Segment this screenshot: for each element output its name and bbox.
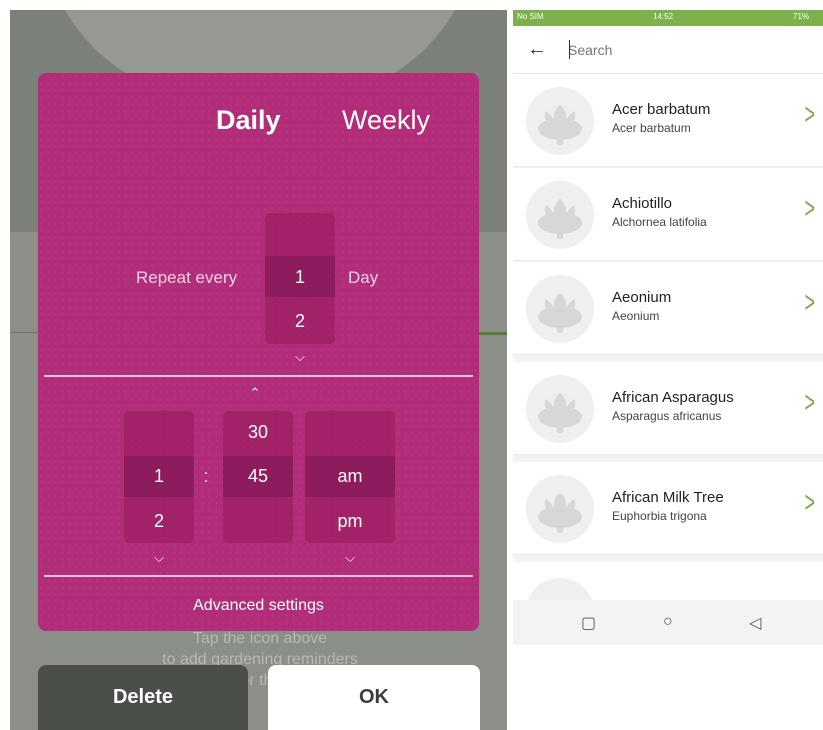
delete-button[interactable]: Delete — [38, 665, 248, 730]
square-icon[interactable]: ▢ — [581, 613, 596, 633]
status-carrier: No SIM — [517, 12, 544, 21]
chevron-right-icon[interactable]: > — [805, 286, 816, 320]
circle-icon[interactable]: ○ — [663, 613, 673, 631]
list-item[interactable]: African Milk Tree Euphorbia trigona > — [513, 462, 823, 555]
advanced-settings-link[interactable]: Advanced settings — [38, 597, 479, 615]
tab-daily[interactable]: Daily — [216, 105, 281, 136]
reminder-screen: Tap the icon above to add gardening remi… — [10, 10, 507, 730]
chevron-right-icon[interactable]: > — [805, 386, 816, 420]
triangle-back-icon[interactable]: ◁ — [749, 613, 761, 633]
arrow-left-icon[interactable]: ← — [527, 38, 547, 61]
repeat-every-label: Repeat every — [136, 268, 238, 287]
repeat-value-selected[interactable]: 1 — [265, 267, 335, 288]
chevron-right-icon[interactable]: > — [805, 192, 816, 226]
status-time: 14:52 — [653, 12, 674, 21]
minute-value-selected[interactable]: 45 — [223, 466, 293, 487]
chevron-right-icon[interactable]: > — [805, 486, 816, 520]
plant-placeholder-icon — [526, 87, 594, 155]
plant-name: Aeonium — [612, 289, 672, 306]
plant-placeholder-icon — [526, 375, 594, 443]
composite-screenshot: Tap the icon above to add gardening remi… — [0, 0, 823, 730]
plant-scientific-name: Aeonium — [612, 309, 660, 323]
plant-scientific-name: Euphorbia trigona — [612, 509, 707, 523]
search-bar: ← — [513, 26, 823, 74]
text-cursor — [569, 40, 570, 59]
ampm-value-next[interactable]: pm — [305, 511, 395, 532]
plant-scientific-name: Alchornea latifolia — [612, 215, 707, 229]
plant-scientific-name: Acer barbatum — [612, 121, 691, 135]
repeat-unit-label: Day — [348, 268, 379, 287]
status-bar: No SIM 14:52 71% — [513, 10, 823, 26]
status-battery: 71% — [793, 12, 810, 21]
hour-value-next[interactable]: 2 — [124, 511, 194, 532]
plant-placeholder-icon — [526, 475, 594, 543]
plant-placeholder-icon — [526, 181, 594, 249]
list-item[interactable]: African Asparagus Asparagus africanus > — [513, 362, 823, 455]
repeat-value-next[interactable]: 2 — [265, 311, 335, 332]
chevron-up-icon[interactable]: ⌃ — [240, 385, 270, 401]
plant-name: Acer barbatum — [612, 101, 711, 118]
chevron-down-icon[interactable]: ⌵ — [285, 349, 315, 365]
time-separator: : — [203, 466, 209, 486]
ampm-value-selected[interactable]: am — [305, 466, 395, 487]
list-item-partial[interactable] — [513, 562, 823, 645]
minute-value-prev[interactable]: 30 — [223, 422, 293, 443]
list-item[interactable]: Achiotillo Alchornea latifolia > — [513, 168, 823, 261]
plant-name: African Asparagus — [612, 389, 734, 406]
plant-scientific-name: Asparagus africanus — [612, 409, 722, 423]
chevron-down-icon[interactable]: ⌵ — [335, 550, 365, 566]
ok-button[interactable]: OK — [268, 665, 480, 730]
tab-weekly[interactable]: Weekly — [342, 105, 430, 136]
section-divider — [44, 375, 473, 377]
chevron-right-icon[interactable]: > — [805, 98, 816, 132]
hint-line-1: Tap the icon above — [192, 630, 328, 647]
plant-name: African Milk Tree — [612, 489, 724, 506]
plant-search-screen: No SIM 14:52 71% ← Acer barbatum Acer ba… — [513, 10, 823, 645]
plant-placeholder-icon — [526, 275, 594, 343]
android-nav-bar: ▢ ○ ◁ — [513, 600, 823, 645]
section-divider — [44, 575, 473, 577]
chevron-down-icon[interactable]: ⌵ — [144, 550, 174, 566]
search-input[interactable] — [568, 40, 798, 60]
reminder-dialog: Daily Weekly Repeat every 1 2 Day ⌵ ⌃ 1 … — [38, 73, 479, 631]
hour-value-selected[interactable]: 1 — [124, 466, 194, 487]
list-item[interactable]: Acer barbatum Acer barbatum > — [513, 74, 823, 167]
plant-name: Achiotillo — [612, 195, 673, 212]
list-item[interactable]: Aeonium Aeonium > — [513, 262, 823, 355]
